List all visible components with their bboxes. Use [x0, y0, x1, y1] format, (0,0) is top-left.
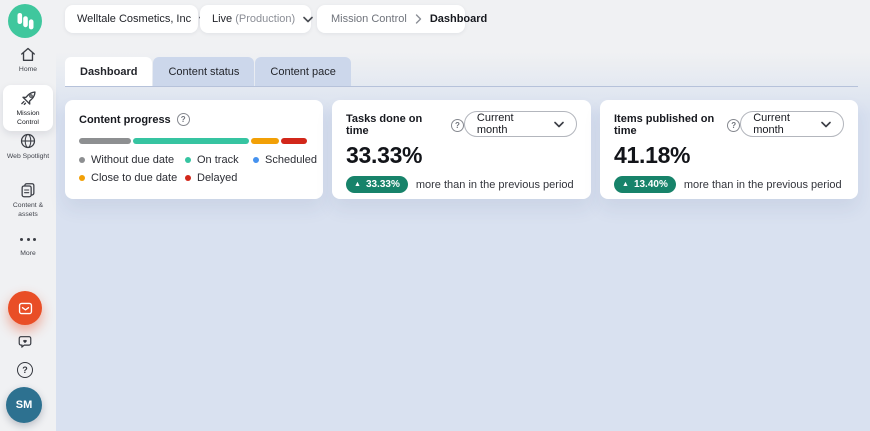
legend-item: On track	[185, 154, 253, 166]
logo-bars-icon	[8, 4, 42, 38]
period-select[interactable]: Current month	[464, 111, 577, 137]
period-select[interactable]: Current month	[740, 111, 844, 137]
sidebar-item-label: Content & assets	[6, 202, 50, 220]
delta-badge: ▲ 33.33%	[346, 176, 408, 193]
legend-label: Close to due date	[91, 172, 177, 184]
intercom-button[interactable]	[8, 291, 42, 325]
ellipsis-icon	[20, 231, 36, 247]
project-name: Welltale Cosmetics, Inc	[77, 13, 191, 25]
progress-legend: Without due dateOn trackScheduledClose t…	[79, 154, 309, 184]
legend-dot-icon	[185, 157, 191, 163]
chat-heart-icon	[17, 334, 33, 350]
legend-item: Scheduled	[253, 154, 317, 166]
home-icon	[19, 46, 37, 63]
chevron-down-icon	[303, 16, 313, 23]
metric-value: 41.18%	[614, 142, 844, 169]
help-icon[interactable]: ?	[727, 119, 740, 132]
legend-dot-icon	[79, 157, 85, 163]
delta-badge: ▲ 13.40%	[614, 176, 676, 193]
documents-icon	[19, 181, 37, 199]
sidebar-item-label: Mission Control	[6, 110, 50, 128]
help-icon[interactable]: ?	[177, 113, 190, 126]
legend-dot-icon	[185, 175, 191, 181]
tab-content-pace[interactable]: Content pace	[255, 57, 350, 86]
sidebar-item-content-assets[interactable]: Content & assets	[0, 181, 56, 220]
environment-switcher[interactable]: Live (Production)	[200, 5, 311, 33]
tab-content-status[interactable]: Content status	[153, 57, 254, 86]
items-published-card: Items published on time ? Current month …	[600, 100, 858, 199]
metric-value: 33.33%	[346, 142, 577, 169]
card-title: Tasks done on time	[346, 113, 445, 137]
sidebar-item-web-spotlight[interactable]: Web Spotlight	[0, 132, 56, 162]
globe-icon	[19, 132, 37, 150]
dashboard-tabs: Dashboard Content status Content pace	[65, 57, 351, 86]
delta-note: more than in the previous period	[416, 179, 574, 191]
period-select-value: Current month	[753, 112, 812, 136]
content-progress-card: Content progress ? Without due date On tr…	[65, 100, 323, 199]
main-content: Dashboard Content status Content pace Co…	[56, 0, 870, 431]
triangle-up-icon: ▲	[354, 181, 361, 188]
progress-segment	[251, 138, 279, 144]
breadcrumb: Mission Control Dashboard	[317, 5, 465, 33]
progress-bar	[79, 138, 307, 144]
tab-divider	[65, 86, 858, 87]
rocket-icon	[19, 89, 38, 108]
chevron-down-icon	[554, 121, 564, 128]
legend-item: Without due date	[79, 154, 185, 166]
card-title: Content progress	[79, 114, 171, 126]
inbox-icon	[17, 300, 34, 317]
kontent-logo[interactable]	[8, 4, 42, 38]
sidebar-item-home[interactable]: Home	[0, 46, 56, 75]
progress-segment	[133, 138, 250, 144]
user-avatar[interactable]: SM	[6, 387, 42, 423]
app-root: Dashboard Content status Content pace Co…	[0, 0, 870, 431]
progress-segment	[281, 138, 307, 144]
chevron-right-icon	[415, 14, 422, 24]
triangle-up-icon: ▲	[622, 181, 629, 188]
sidebar-item-label: Home	[19, 66, 37, 75]
sidebar-item-more[interactable]: More	[0, 231, 56, 259]
sidebar-item-mission-control[interactable]: Mission Control	[3, 85, 53, 131]
chevron-down-icon	[821, 121, 831, 128]
progress-segment	[79, 138, 131, 144]
environment-detail: (Production)	[235, 13, 295, 25]
legend-item: Delayed	[185, 172, 253, 184]
legend-item: Close to due date	[79, 172, 185, 184]
legend-dot-icon	[79, 175, 85, 181]
tab-dashboard[interactable]: Dashboard	[65, 57, 152, 86]
sidebar-item-label: Web Spotlight	[6, 153, 50, 162]
feedback-button[interactable]	[17, 334, 33, 350]
sidebar-item-label: More	[20, 250, 36, 259]
legend-label: Scheduled	[265, 154, 317, 166]
card-title: Items published on time	[614, 113, 721, 137]
legend-label: Without due date	[91, 154, 174, 166]
environment-name: Live	[212, 13, 232, 25]
help-icon[interactable]: ?	[451, 119, 464, 132]
breadcrumb-current: Dashboard	[430, 13, 487, 25]
help-button[interactable]: ?	[17, 362, 33, 378]
tasks-done-card: Tasks done on time ? Current month 33.33…	[332, 100, 591, 199]
delta-value: 33.33%	[366, 179, 400, 190]
breadcrumb-parent[interactable]: Mission Control	[331, 13, 407, 25]
legend-label: Delayed	[197, 172, 237, 184]
environment-label: Live (Production)	[212, 13, 295, 25]
legend-label: On track	[197, 154, 239, 166]
legend-dot-icon	[253, 157, 259, 163]
delta-value: 13.40%	[634, 179, 668, 190]
delta-note: more than in the previous period	[684, 179, 842, 191]
project-switcher[interactable]: Welltale Cosmetics, Inc	[65, 5, 198, 33]
period-select-value: Current month	[477, 112, 545, 136]
